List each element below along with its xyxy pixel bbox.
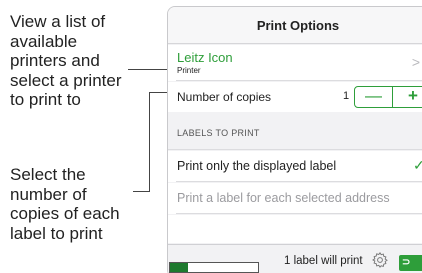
copies-label: Number of copies (177, 90, 272, 104)
print-footer: 1 label will print ⊃ (168, 244, 422, 273)
row-divider (176, 181, 422, 182)
callout-printers: View a list of available printers and se… (10, 12, 122, 109)
leader-line-copies-bottom (133, 191, 150, 192)
option-row-displayed-label[interactable]: Print only the displayed label ✓ (168, 151, 422, 182)
empty-row (168, 215, 422, 243)
chevron-right-icon: > (411, 54, 420, 70)
callout-copies: Select the number of copies of each labe… (10, 165, 120, 243)
panel-title: Print Options (168, 7, 422, 44)
print-status-text: 1 label will print (284, 255, 363, 267)
printer-sublabel: Printer (177, 66, 201, 75)
row-divider (176, 213, 422, 214)
printer-selector-row[interactable]: Leitz Icon Printer > (168, 45, 422, 81)
row-divider (176, 80, 422, 81)
leader-line-copies-v (149, 92, 150, 191)
section-header-label: LABELS TO PRINT (177, 128, 260, 138)
print-options-panel: Print Options Leitz Icon Printer > Numbe… (167, 6, 422, 273)
copies-row: Number of copies 1 — + (168, 82, 422, 112)
gear-icon[interactable] (371, 251, 389, 269)
option-label: Print only the displayed label (177, 159, 337, 173)
progress-fill (170, 263, 188, 272)
copies-value: 1 (343, 90, 350, 102)
printer-name: Leitz Icon (177, 50, 233, 65)
option-label: Print a label for each selected address (177, 191, 390, 205)
option-row-each-address[interactable]: Print a label for each selected address (168, 183, 422, 214)
print-button[interactable]: ⊃ (399, 255, 422, 271)
leader-line-printers-h (128, 69, 172, 70)
section-header: LABELS TO PRINT (168, 113, 422, 150)
checkmark-icon: ✓ (413, 157, 422, 174)
copies-stepper: — + (354, 86, 422, 108)
decrement-button[interactable]: — (355, 87, 393, 107)
print-progress-bar (169, 262, 259, 273)
increment-button[interactable]: + (394, 87, 422, 107)
